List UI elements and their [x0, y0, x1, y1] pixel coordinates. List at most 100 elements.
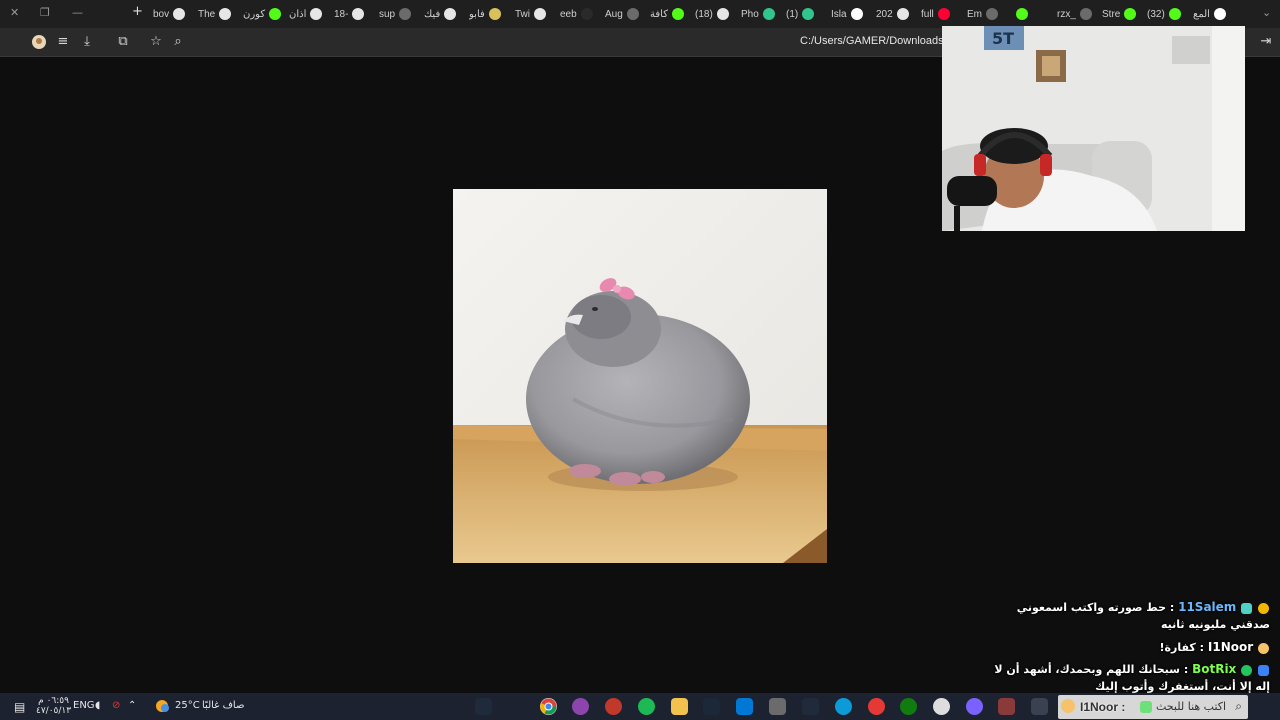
chat-message: BotRix : سبحانك اللهم وبحمدك، أشهد أن لا — [994, 662, 1270, 676]
tab-13[interactable]: Pho — [741, 4, 783, 24]
new-tab-icon[interactable]: + — [132, 4, 143, 19]
tab-19[interactable] — [1012, 4, 1054, 24]
download-icon[interactable]: ⤓ — [79, 34, 95, 50]
app-red-icon[interactable] — [868, 698, 885, 715]
tab-label: full — [921, 8, 934, 20]
tab-label: The — [198, 8, 216, 20]
chat-username: BotRix — [1192, 662, 1237, 676]
tab-favicon-icon — [850, 8, 863, 20]
chat-text: حط صورته واكتب اسمعوني — [1016, 601, 1167, 614]
tab-label: Pho — [741, 8, 759, 20]
outlook-icon[interactable] — [736, 698, 753, 715]
tab-label: كافة — [650, 8, 668, 20]
obs-icon[interactable] — [605, 698, 622, 715]
tab-17[interactable]: full — [921, 4, 963, 24]
chrome-icon[interactable] — [540, 698, 557, 715]
chat-separator: : — [1169, 601, 1175, 614]
tab-16[interactable]: 202 — [876, 4, 918, 24]
steam-icon[interactable] — [703, 698, 720, 715]
tab-21[interactable]: Stre — [1102, 4, 1144, 24]
tab-favicon-icon — [626, 8, 639, 20]
notification-icon[interactable]: ▤ — [14, 700, 25, 714]
reading-list-icon[interactable]: ≡ — [55, 34, 71, 50]
tab-favicon-icon — [580, 8, 593, 20]
bookmark-star-icon[interactable]: ☆ — [148, 34, 164, 50]
svg-text:5T: 5T — [992, 29, 1014, 48]
restore-icon[interactable]: ❐ — [40, 6, 50, 19]
tab-2[interactable]: كورن — [243, 4, 285, 24]
tab-label: Em — [967, 8, 982, 20]
minimize-icon[interactable]: — — [72, 6, 83, 19]
tab-1[interactable]: The — [198, 4, 240, 24]
tab-7[interactable]: فابو — [469, 4, 511, 24]
close-window-icon[interactable]: ✕ — [10, 6, 19, 19]
tab-label: المع — [1193, 8, 1210, 20]
tab-label: rzx_ — [1057, 8, 1076, 20]
tab-favicon-icon — [1079, 8, 1092, 20]
zoom-icon[interactable]: ⌕ — [170, 34, 186, 50]
weather-icon — [154, 698, 170, 717]
tab-4[interactable]: 18- — [334, 4, 376, 24]
tab-favicon-icon — [219, 8, 232, 20]
tab-favicon-icon — [671, 8, 684, 20]
taskbar-search[interactable]: I1Noor : اكتب هنا للبحث ⌕ — [1058, 695, 1248, 719]
copilot-icon[interactable] — [966, 698, 983, 715]
tab-favicon-icon — [1213, 8, 1226, 20]
extensions-icon[interactable]: ⧉ — [115, 34, 131, 50]
weather-desc[interactable]: صاف غالبًا — [202, 700, 244, 711]
xbox-icon[interactable] — [900, 698, 917, 715]
verified-badge-icon — [1241, 602, 1253, 614]
task-view-icon[interactable] — [1031, 698, 1048, 715]
tab-22[interactable]: (32) — [1147, 4, 1189, 24]
chat-username: I1Noor — [1080, 700, 1119, 714]
chat-text: كفارة! — [1159, 641, 1196, 654]
spotify-icon[interactable] — [638, 698, 655, 715]
chat-separator: : — [1121, 700, 1126, 714]
winrar-icon[interactable] — [998, 698, 1015, 715]
chat-message: I1Noor : كفارة! — [1160, 640, 1271, 654]
chat-username-overlay: I1Noor : — [1080, 700, 1125, 714]
tab-label: كورن — [243, 8, 266, 20]
tab-favicon-icon — [534, 8, 546, 20]
weather-temp[interactable]: 25°C — [175, 700, 200, 711]
tab-favicon-icon — [399, 8, 412, 20]
app-purple-icon[interactable] — [572, 698, 589, 715]
tab-11[interactable]: كافة — [650, 4, 692, 24]
chat-text: سبحانك اللهم وبحمدك، أشهد أن لا — [994, 663, 1180, 676]
tab-23[interactable]: المع — [1193, 4, 1235, 24]
store-icon[interactable] — [769, 698, 786, 715]
tab-5[interactable]: sup — [379, 4, 421, 24]
tab-label: (18) — [695, 8, 713, 20]
tab-3[interactable]: اذان — [289, 4, 331, 24]
language-indicator[interactable]: ENG — [73, 700, 95, 711]
settings-gear-icon[interactable] — [933, 698, 950, 715]
network-icon[interactable]: ⊘ — [112, 700, 120, 711]
app-terminal-icon-2[interactable] — [802, 698, 819, 715]
tab-10[interactable]: Aug — [605, 4, 647, 24]
tab-20[interactable]: rzx_ — [1057, 4, 1099, 24]
tab-14[interactable]: (1) — [786, 4, 828, 24]
clock[interactable]: ٠٦:٥٩ م ٤٧/٠٥/١٣ — [36, 696, 71, 716]
side-panel-arrow-icon[interactable]: ⇥ — [1258, 34, 1274, 50]
tab-label: فيك — [424, 8, 441, 20]
volume-icon[interactable]: ◖ — [95, 700, 100, 711]
tray-overflow-icon[interactable]: ⌃ — [128, 700, 136, 711]
tab-18[interactable]: Em — [967, 4, 1009, 24]
check-badge-icon — [1241, 664, 1253, 676]
tab-label: (1) — [786, 8, 799, 20]
tab-9[interactable]: eeb — [560, 4, 602, 24]
search-icon: ⌕ — [1235, 699, 1242, 713]
tab-8[interactable]: Twi — [515, 4, 557, 24]
address-bar[interactable]: C:/Users/GAMER/Downloads/112 — [800, 35, 964, 47]
file-explorer-icon[interactable] — [671, 698, 688, 715]
tab-6[interactable]: فيك — [424, 4, 466, 24]
edge-icon[interactable] — [835, 698, 852, 715]
tab-favicon-icon — [1168, 8, 1181, 20]
tab-favicon-icon — [1016, 8, 1028, 20]
app-terminal-icon[interactable] — [475, 698, 492, 715]
tab-12[interactable]: (18) — [695, 4, 737, 24]
tab-search-chevron-icon[interactable]: ⌄ — [1262, 6, 1271, 19]
profile-icon[interactable] — [31, 34, 47, 50]
tab-15[interactable]: Isla — [831, 4, 873, 24]
tab-0[interactable]: bov — [153, 4, 195, 24]
